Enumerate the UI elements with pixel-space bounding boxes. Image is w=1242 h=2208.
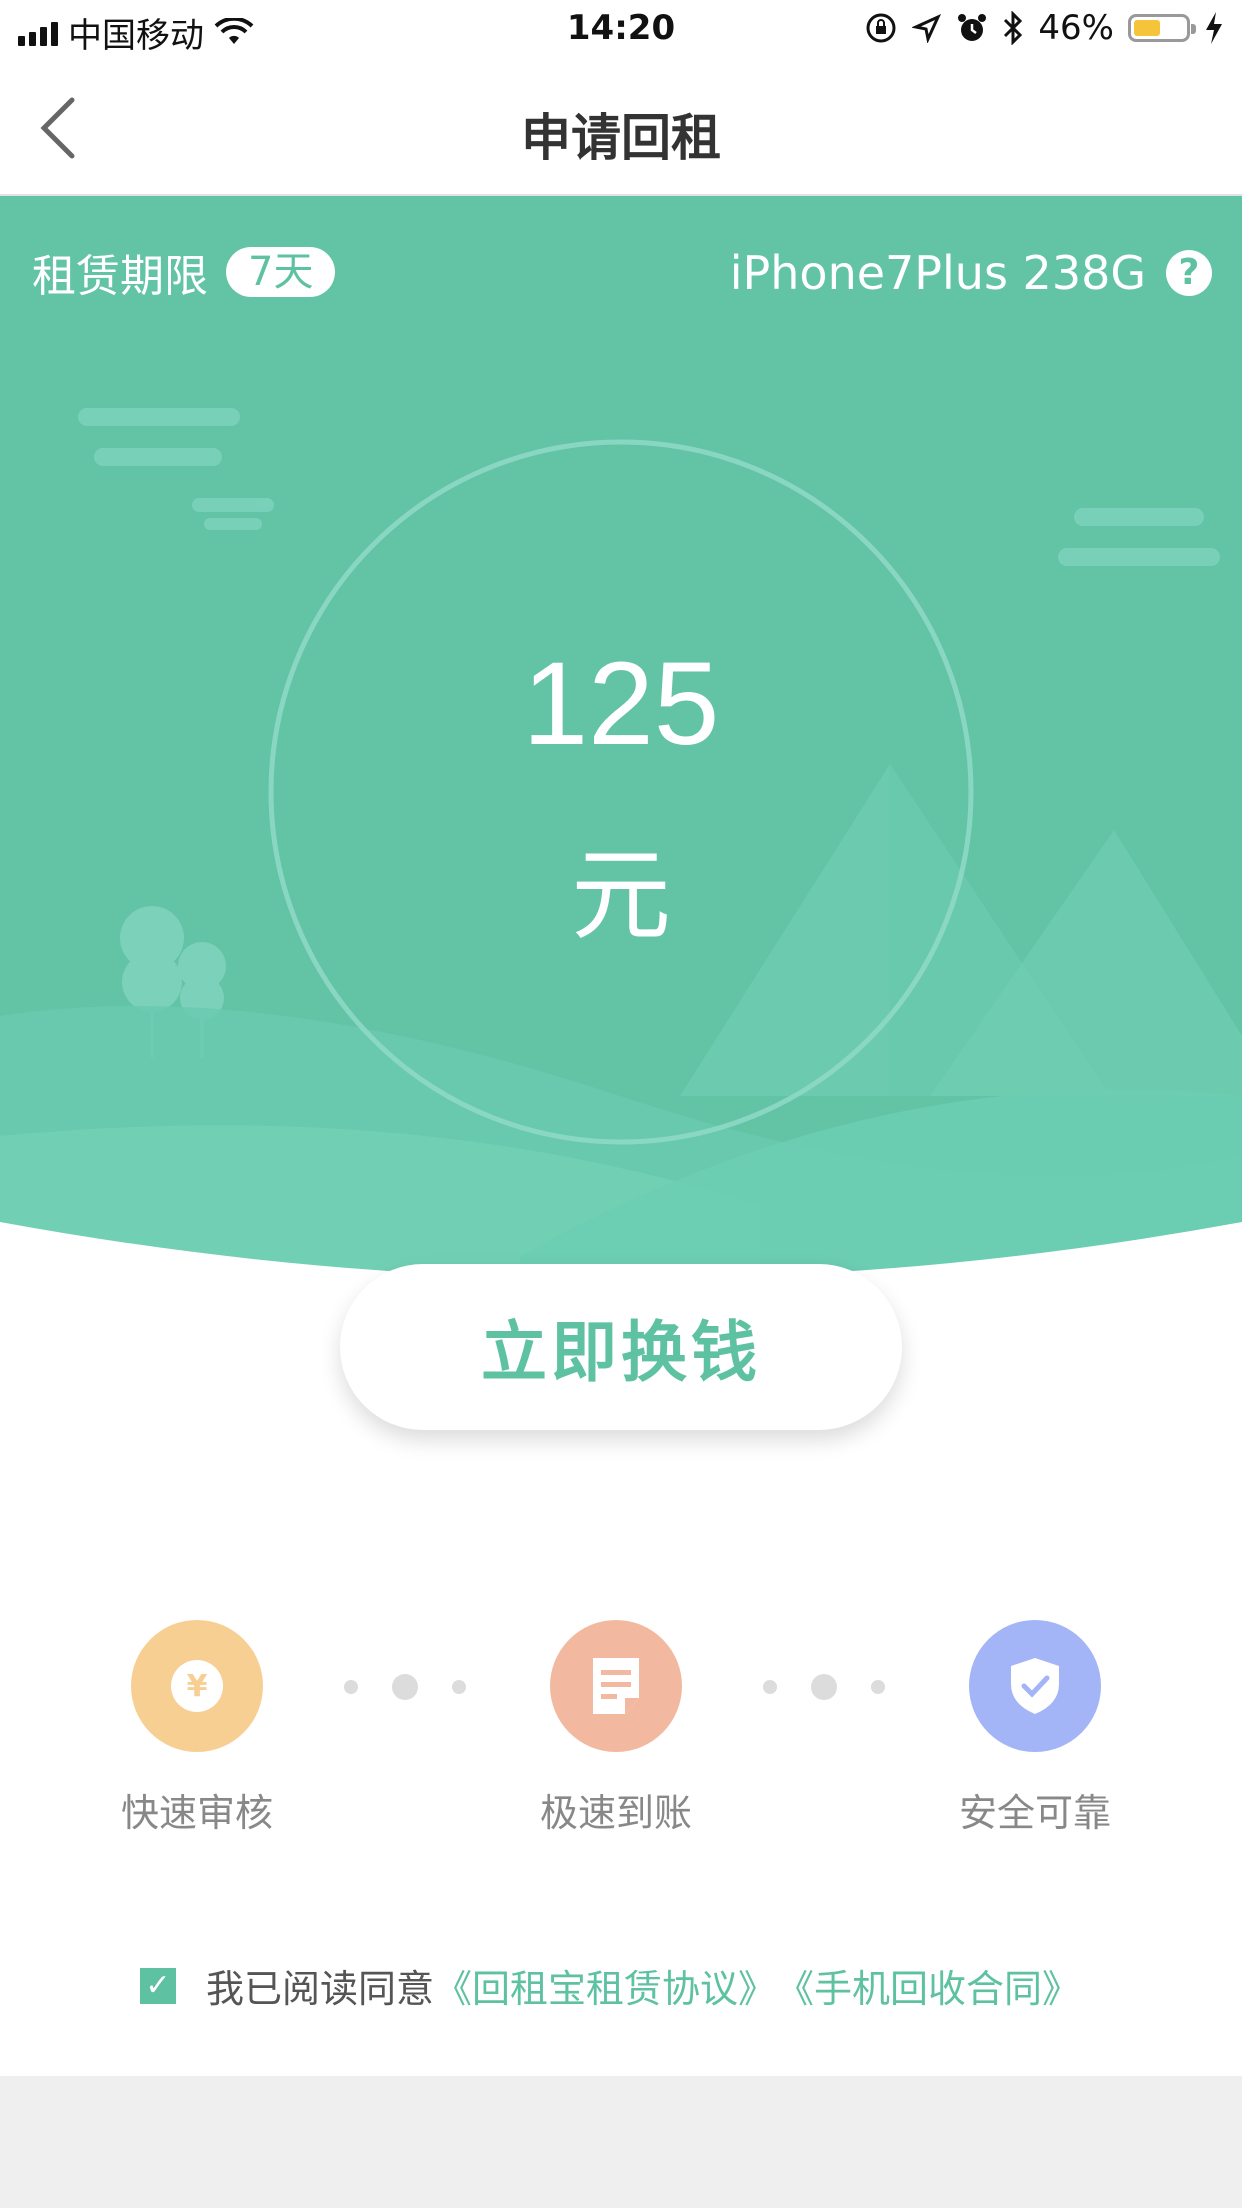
page-title: 申请回租 — [521, 109, 721, 167]
screen: 中国移动 14:20 46% 申请回租 租赁期限 7天 iPhone7Plus … — [0, 0, 1242, 2208]
agreement-text: 我已阅读同意 — [206, 1967, 435, 2011]
exchange-money-button[interactable]: 立即换钱 — [340, 1264, 902, 1430]
dots-divider — [344, 1674, 466, 1700]
recycle-contract-link[interactable]: 《手机回收合同》 — [776, 1958, 1080, 2013]
agreement-checkbox[interactable]: ✓ — [140, 1967, 176, 2004]
lease-term-label: 租赁期限 — [32, 251, 208, 302]
feature-list: ¥ 快速审核 极速到账 安全可靠 — [0, 1620, 1242, 1840]
feature-label: 快速审核 — [120, 1791, 273, 1835]
help-icon[interactable]: ? — [1166, 250, 1212, 296]
shield-check-icon — [969, 1620, 1101, 1752]
rotation-lock-icon — [866, 13, 896, 43]
feature-fast-review: ¥ 快速审核 — [67, 1620, 327, 1837]
bluetooth-icon — [1004, 11, 1023, 45]
yuan-symbol: ¥ — [187, 1669, 208, 1704]
amount-unit: 元 — [571, 837, 671, 954]
battery-percent: 46% — [1038, 8, 1114, 48]
nav-bar: 申请回租 — [0, 62, 1242, 196]
location-icon — [912, 13, 942, 43]
battery-icon — [1128, 14, 1196, 42]
yuan-coin-icon: ¥ — [131, 1620, 263, 1752]
status-bar: 中国移动 14:20 46% — [0, 0, 1242, 62]
feature-fast-arrival: 极速到账 — [486, 1620, 746, 1837]
document-icon — [550, 1620, 682, 1752]
dots-divider — [763, 1674, 885, 1700]
hero-banner: 租赁期限 7天 iPhone7Plus 238G ? 125 元 — [0, 196, 1242, 1336]
lease-term: 租赁期限 7天 — [32, 240, 336, 304]
feature-label: 极速到账 — [539, 1791, 692, 1835]
alarm-icon — [958, 14, 987, 41]
feature-label: 安全可靠 — [958, 1791, 1111, 1835]
feature-safe: 安全可靠 — [905, 1620, 1165, 1837]
amount-value: 125 — [522, 638, 720, 770]
charging-icon — [1206, 12, 1222, 44]
device-info: iPhone7Plus 238G ? — [730, 246, 1212, 300]
device-name: iPhone7Plus 238G — [729, 246, 1146, 300]
lease-agreement-link[interactable]: 《回租宝租赁协议》 — [434, 1958, 776, 2013]
lease-term-badge: 7天 — [226, 247, 336, 297]
agreement-row: ✓ 我已阅读同意 《回租宝租赁协议》 《手机回收合同》 — [140, 1958, 1080, 2013]
